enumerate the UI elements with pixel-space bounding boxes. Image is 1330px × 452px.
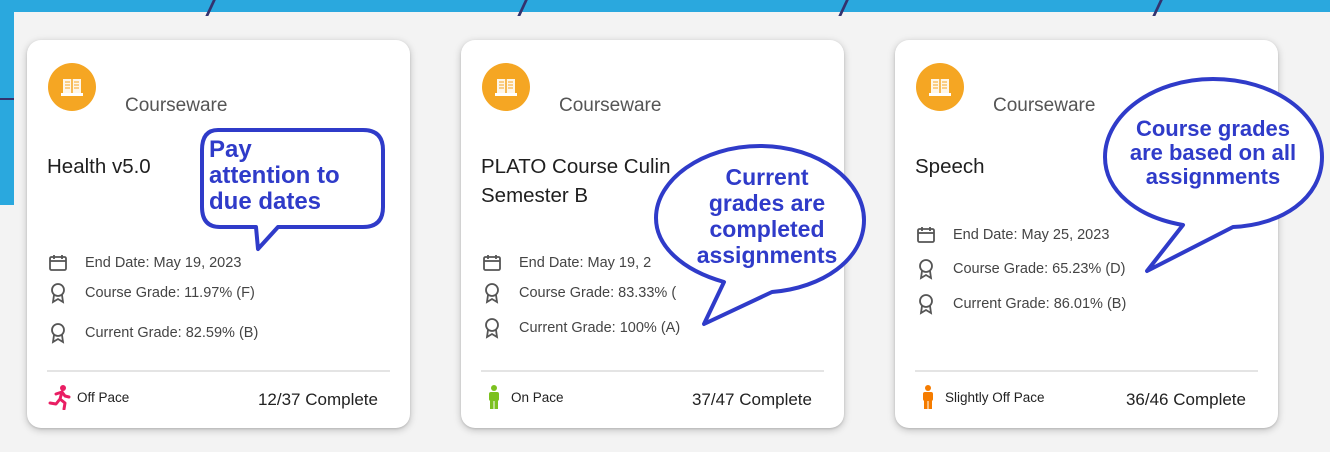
open-book-icon [495,79,517,96]
standing-figure-icon [923,385,933,409]
banner-divider [838,0,851,16]
running-figure-icon [48,385,71,410]
end-date-row: End Date: May 25, 2023 [915,224,1109,246]
course-grade-text: Course Grade: 11.97% (F) [85,285,255,301]
end-date-text: End Date: May 19, 2023 [85,255,242,271]
callout-text: Pay attention to due dates [209,136,340,215]
current-grade-row: Current Grade: 82.59% (B) [47,322,258,344]
callout-text: Course grades are based on all assignmen… [1129,116,1297,189]
course-type-label: Courseware [125,95,228,116]
pace-status: On Pace [481,384,564,410]
course-grade-row: Course Grade: 65.23% (D) [915,258,1125,280]
course-type-label: Courseware [993,95,1096,116]
courseware-badge [482,63,530,111]
pace-status: Off Pace [47,384,129,410]
calendar-icon [483,255,501,271]
end-date-text: End Date: May 25, 2023 [953,227,1110,243]
completion-count: 37/47 Complete [691,390,812,409]
current-grade-row: Current Grade: 86.01% (B) [915,293,1126,315]
card-divider [915,370,1258,372]
award-ribbon-icon [51,323,65,344]
pace-label: Slightly Off Pace [945,389,1045,405]
courseware-badge [916,63,964,111]
pace-status: Slightly Off Pace [915,384,1045,410]
banner-divider [517,0,530,16]
left-banner-strip [0,0,14,205]
top-banner-strip [0,0,1330,16]
banner-divider [205,0,218,16]
course-type-label: Courseware [559,95,662,116]
course-grade-row: Course Grade: 11.97% (F) [47,282,255,304]
award-ribbon-icon [485,283,499,304]
card-divider [47,370,390,372]
current-grade-row: Current Grade: 100% (A) [481,317,680,339]
standing-figure-icon [489,385,499,409]
pace-label: Off Pace [77,389,130,405]
current-grade-text: Current Grade: 86.01% (B) [953,296,1127,312]
course-grade-row: Course Grade: 83.33% ( [481,282,676,304]
end-date-text: End Date: May 19, 2 [519,255,652,271]
callout-course-grades: Course grades are based on all assignmen… [1097,75,1329,275]
award-ribbon-icon [51,283,65,304]
pace-label: On Pace [511,389,564,405]
award-ribbon-icon [919,294,933,315]
banner-divider [1152,0,1165,16]
courseware-badge [48,63,96,111]
award-ribbon-icon [485,318,499,339]
card-divider [481,370,824,372]
completion-count: 12/37 Complete [257,390,378,409]
calendar-icon [49,255,67,271]
callout-due-dates: Pay attention to due dates [198,127,388,252]
current-grade-text: Current Grade: 82.59% (B) [85,325,259,341]
open-book-icon [929,79,951,96]
end-date-row: End Date: May 19, 2023 [47,252,241,274]
end-date-row: End Date: May 19, 2 [481,252,651,274]
open-book-icon [61,79,83,96]
calendar-icon [917,227,935,243]
callout-current-grades: Current grades are completed assignments [652,142,872,327]
callout-text: Current grades are completed assignments [696,164,838,268]
award-ribbon-icon [919,259,933,280]
completion-count: 36/46 Complete [1125,390,1246,409]
